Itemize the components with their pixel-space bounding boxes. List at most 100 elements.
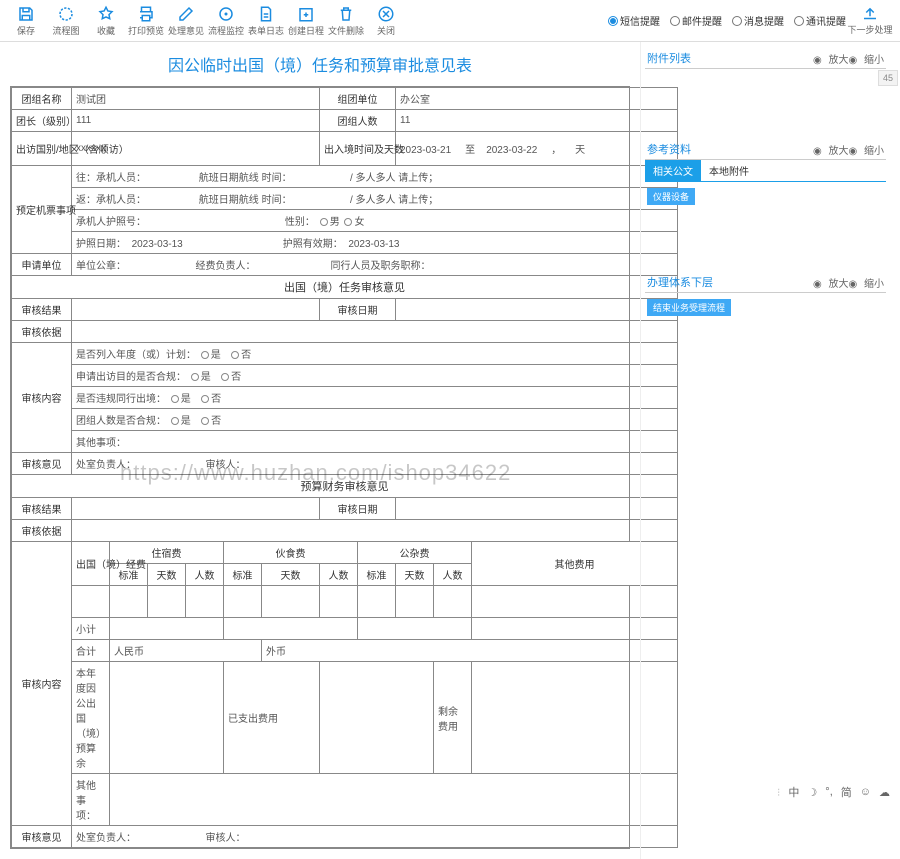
value-headcount: 11 xyxy=(396,110,678,132)
close-button[interactable]: 关闭 xyxy=(366,1,406,41)
panel-expand[interactable]: ◉ 放大 xyxy=(813,275,849,290)
monitor-button[interactable]: 流程监控 xyxy=(206,1,246,41)
col-meal: 伙食费 xyxy=(224,542,358,564)
passport-row: 承机人护照号： 性别： 男 女 xyxy=(72,210,678,232)
workflow-chip[interactable]: 结束业务受理流程 xyxy=(647,299,731,316)
label-review-result1: 审核结果 xyxy=(12,299,72,321)
ime-lang[interactable]: 中 xyxy=(788,784,799,800)
cell xyxy=(320,586,358,618)
tool-label: 创建日程 xyxy=(288,24,324,37)
panel-attachments-body xyxy=(645,69,886,139)
q-violate: 是否违规同行出境： 是 否 xyxy=(72,387,678,409)
cell xyxy=(358,586,396,618)
calendar-plus-icon xyxy=(297,5,315,23)
label-apply-unit: 申请单位 xyxy=(12,254,72,276)
upload-arrow-icon xyxy=(861,5,879,23)
q-headcount-ok: 团组人数是否合规： 是 否 xyxy=(72,409,678,431)
next-step-button[interactable]: 下一步处理 xyxy=(846,5,894,36)
save-button[interactable]: 保存 xyxy=(6,1,46,41)
print-button[interactable]: 打印预览 xyxy=(126,1,166,41)
reminder-msg[interactable]: 消息提醒 xyxy=(732,13,784,28)
delete-file-button[interactable]: 文件删除 xyxy=(326,1,366,41)
page-title: 因公临时出国（境）任务和预算审批意见表 xyxy=(10,52,630,76)
apply-unit-row: 单位公章： 经费负责人： 同行人员及职务职称： xyxy=(72,254,678,276)
tab-local-attach[interactable]: 本地附件 xyxy=(701,160,757,181)
panel-title: 办理体系下层 xyxy=(647,274,813,290)
signers1: 处室负责人： 审核人： xyxy=(72,453,678,475)
cloud-icon[interactable]: ☁ xyxy=(879,786,890,799)
sub-ppl1: 人数 xyxy=(186,564,224,586)
favorite-button[interactable]: 收藏 xyxy=(86,1,126,41)
cell xyxy=(320,662,434,774)
passport-dates-row: 护照日期： 2023-03-13 护照有效期： 2023-03-13 xyxy=(72,232,678,254)
label-group-name: 团组名称 xyxy=(12,88,72,110)
label-spent: 已支出费用 xyxy=(224,662,320,774)
reminder-label: 短信提醒 xyxy=(620,13,660,28)
tool-label: 关闭 xyxy=(377,24,395,37)
reminder-sms[interactable]: 短信提醒 xyxy=(608,13,660,28)
q-plan: 是否列入年度（或）计划： 是 否 xyxy=(72,343,678,365)
reminder-mail[interactable]: 邮件提醒 xyxy=(670,13,722,28)
ref-chip[interactable]: 仪器设备 xyxy=(647,188,695,205)
value-org-unit: 办公室 xyxy=(396,88,678,110)
panel-collapse[interactable]: ◉ 缩小 xyxy=(848,275,884,290)
label-review-content1: 审核内容 xyxy=(12,343,72,453)
value-review-result2 xyxy=(72,498,320,520)
tool-label: 文件删除 xyxy=(328,24,364,37)
schedule-button[interactable]: 创建日程 xyxy=(286,1,326,41)
label-funds: 出国（境）经费 xyxy=(72,542,110,586)
reminder-label: 通讯提醒 xyxy=(806,13,846,28)
tool-label: 流程图 xyxy=(52,24,79,37)
opinion-button[interactable]: 处理意见 xyxy=(166,1,206,41)
formlog-button[interactable]: 表单日志 xyxy=(246,1,286,41)
sub-days3: 天数 xyxy=(396,564,434,586)
value-review-date1 xyxy=(396,299,678,321)
moon-icon[interactable]: ☽ xyxy=(807,786,817,799)
tool-label: 保存 xyxy=(17,24,35,37)
panel-title: 参考资料 xyxy=(647,141,813,157)
doc-icon xyxy=(257,5,275,23)
edit-icon xyxy=(177,5,195,23)
flowchart-button[interactable]: 流程图 xyxy=(46,1,86,41)
total-rmb: 人民币 xyxy=(110,640,262,662)
panel-attachments-head: 附件列表 ◉ 放大 ◉ 缩小 xyxy=(645,48,886,69)
panel-workflow-body: 结束业务受理流程 xyxy=(645,293,886,353)
label-total: 合计 xyxy=(72,640,110,662)
panel-collapse[interactable]: ◉ 缩小 xyxy=(848,51,884,66)
panel-expand[interactable]: ◉ 放大 xyxy=(813,142,849,157)
form-table: 团组名称 测试团 组团单位 办公室 团长（级别） 111 团组人数 11 出访国… xyxy=(10,86,630,849)
cell xyxy=(110,662,224,774)
cell xyxy=(358,618,472,640)
toolbar: 保存 流程图 收藏 打印预览 处理意见 流程监控 表单日志 创建日程 文件删除 … xyxy=(0,0,900,42)
label-review-date2: 审核日期 xyxy=(320,498,396,520)
signers2: 处室负责人： 审核人： xyxy=(72,826,678,848)
cell xyxy=(434,586,472,618)
cell xyxy=(186,586,224,618)
panel-refs-body: 仪器设备 xyxy=(645,182,886,242)
label-review-basis2: 审核依据 xyxy=(12,520,72,542)
value-review-date2 xyxy=(396,498,678,520)
reminder-comm[interactable]: 通讯提醒 xyxy=(794,13,846,28)
ime-mode[interactable]: 简 xyxy=(841,784,852,800)
tool-label: 打印预览 xyxy=(128,24,164,37)
panel-expand[interactable]: ◉ 放大 xyxy=(813,51,849,66)
cell xyxy=(110,618,224,640)
label-subtotal: 小计 xyxy=(72,618,110,640)
tool-label: 流程监控 xyxy=(208,24,244,37)
smiley-icon[interactable]: ☺ xyxy=(860,786,871,798)
sub-days1: 天数 xyxy=(148,564,186,586)
label-review-content2: 审核内容 xyxy=(12,542,72,826)
cell xyxy=(262,586,320,618)
tab-related-docs[interactable]: 相关公文 xyxy=(645,160,701,181)
cell xyxy=(110,586,148,618)
sub-ppl3: 人数 xyxy=(434,564,472,586)
label-review-date1: 审核日期 xyxy=(320,299,396,321)
panel-collapse[interactable]: ◉ 缩小 xyxy=(848,142,884,157)
close-icon xyxy=(377,5,395,23)
label-leader: 团长（级别） xyxy=(12,110,72,132)
label-org-unit: 组团单位 xyxy=(320,88,396,110)
print-icon xyxy=(137,5,155,23)
sub-std2: 标准 xyxy=(224,564,262,586)
reminder-label: 消息提醒 xyxy=(744,13,784,28)
tool-label: 处理意见 xyxy=(168,24,204,37)
